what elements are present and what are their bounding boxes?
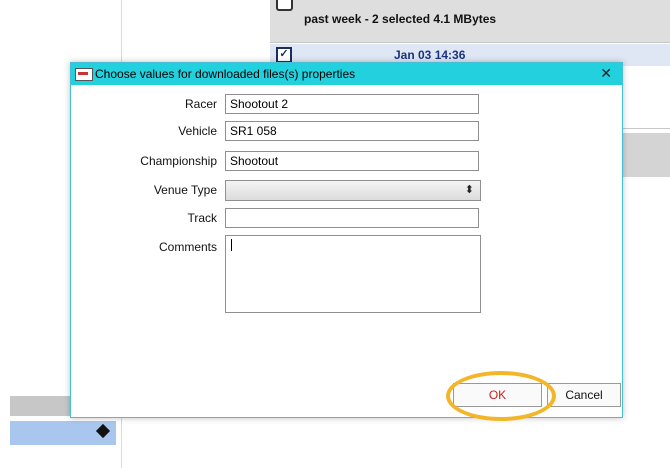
racer-field[interactable] xyxy=(225,94,479,114)
ok-button[interactable]: OK xyxy=(453,383,542,407)
close-icon[interactable]: ✕ xyxy=(600,65,612,82)
dialog-titlebar[interactable]: Choose values for downloaded files(s) pr… xyxy=(71,63,622,85)
background-separator xyxy=(622,128,670,129)
track-field[interactable] xyxy=(225,208,479,228)
championship-label: Championship xyxy=(140,154,217,168)
file-list-header-label: past week - 2 selected 4.1 MBytes xyxy=(304,12,497,26)
dialog-title: Choose values for downloaded files(s) pr… xyxy=(95,67,356,81)
background-left-selected-item[interactable] xyxy=(10,421,116,445)
background-left-bar xyxy=(10,396,72,416)
venue-type-label: Venue Type xyxy=(153,183,217,197)
header-checkbox-icon[interactable] xyxy=(276,0,293,11)
text-caret xyxy=(231,239,232,251)
row-date: Jan 03 14:36 xyxy=(394,48,466,62)
vehicle-label: Vehicle xyxy=(178,124,217,138)
file-list-header: past week - 2 selected 4.1 MBytes xyxy=(270,0,670,43)
dropdown-arrow-icon: ⬍ xyxy=(464,184,474,196)
background-panel xyxy=(622,133,670,177)
vehicle-field[interactable] xyxy=(225,121,479,141)
track-label: Track xyxy=(187,211,217,225)
app-icon xyxy=(75,68,93,81)
championship-field[interactable] xyxy=(225,151,479,171)
cancel-button[interactable]: Cancel xyxy=(547,383,621,407)
tag-icon xyxy=(95,423,111,439)
venue-type-select[interactable]: ⬍ xyxy=(225,180,481,201)
racer-label: Racer xyxy=(184,97,217,111)
comments-field[interactable] xyxy=(225,235,481,313)
row-checkbox-icon[interactable]: ✓ xyxy=(276,47,292,63)
properties-dialog: Choose values for downloaded files(s) pr… xyxy=(70,62,623,421)
comments-label: Comments xyxy=(158,240,217,254)
